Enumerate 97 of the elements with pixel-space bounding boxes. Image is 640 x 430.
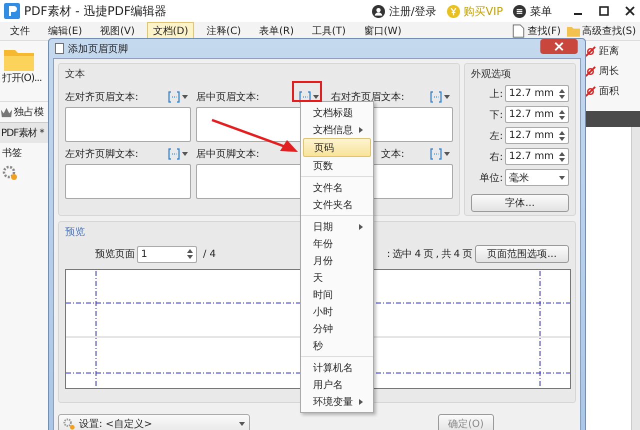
highlight-box [292,81,322,102]
menu-item[interactable]: 编辑(E) [42,22,88,40]
unit-dropdown[interactable]: 毫米 [505,169,569,186]
find-button[interactable]: 查找(F) [527,24,561,38]
field-label: 文本: [381,148,404,161]
margin-spinbox[interactable]: 12.7 mm [505,148,569,165]
group-title: 预览 [65,226,85,239]
margin-label: 上: [490,88,503,100]
caret-icon [313,95,319,99]
folder-icon [4,47,34,71]
coin-icon [446,4,460,18]
menu-item[interactable]: 文档标题 [303,104,371,121]
caret-icon [444,95,450,99]
margin-spinbox[interactable]: 12.7 mm [505,106,569,123]
exclusive-mode-button[interactable]: 独占模 [14,105,44,119]
user-icon [372,4,385,18]
field-code-icon [299,91,311,103]
open-button[interactable]: 打开(O)... [0,41,48,101]
menu-item[interactable]: 窗口(W) [358,22,408,40]
menu-item[interactable]: 环境变量 [303,393,371,410]
menu-item[interactable]: 表单(R) [253,22,300,40]
field-label: 右对齐页眉文本: [331,90,404,104]
field-label: 居中页脚文本: [196,148,260,161]
menu-item[interactable]: 视图(V) [94,22,141,40]
page-range-button[interactable]: 页面范围选项... [475,245,569,263]
field-label: 左对齐页脚文本: [65,148,138,161]
measure-tool-button[interactable]: 距离 [599,44,619,58]
spinner-arrows-icon [559,110,565,120]
menu-item[interactable]: 用户名 [303,376,371,393]
maximize-icon[interactable] [598,5,610,17]
margin-spinbox[interactable]: 12.7 mm [505,85,569,102]
group-title: 文本 [65,68,85,81]
field-label: 居中页眉文本: [196,90,260,104]
menu-item[interactable]: 文件名 [303,179,371,196]
field-code-icon [430,91,442,103]
measure-tool-button[interactable]: 周长 [599,64,619,78]
group-title: 外观选项 [471,68,511,81]
scrollbar[interactable] [631,127,640,430]
menu-icon [513,4,526,18]
measure-tool-button[interactable]: 面积 [599,84,619,98]
menu-item[interactable]: 天 [303,269,371,286]
unit-label: 单位: [480,172,503,184]
margin-label: 下: [490,108,503,122]
window-title: PDF素材 - 迅捷PDF编辑器 [24,2,167,20]
menu-item[interactable]: 年份 [303,235,371,252]
menu-item[interactable]: 工具(T) [306,22,352,40]
close-icon[interactable] [624,5,636,17]
measure-icon [584,44,597,58]
margin-label: 右: [490,150,503,164]
menu-item[interactable]: 注释(C) [200,22,248,40]
preview-page-label: 预览页面 [95,248,135,261]
field-code-icon [430,148,442,160]
gear-icon [63,418,76,430]
menu-item[interactable]: 小时 [303,303,371,320]
measure-icon [584,84,597,98]
menu-item[interactable]: 文档信息 [303,121,371,138]
crown-icon [0,106,13,118]
menu-item[interactable]: 文件 [4,22,36,40]
menu-item[interactable]: 文件夹名 [303,196,371,213]
spinner-arrows-icon [559,88,565,98]
advanced-find-button[interactable]: 高级查找(S) [582,24,636,38]
dialog-title: 添加页眉页脚 [68,42,128,56]
folder-icon [566,24,580,38]
login-link[interactable]: 注册/登录 [388,4,437,18]
caret-icon [444,152,450,156]
menu-item[interactable]: 页数 [303,157,371,174]
margin-spinbox[interactable]: 12.7 mm [505,127,569,144]
menu-item[interactable]: 页码 [303,138,371,157]
menu-item[interactable]: 分钟 [303,320,371,337]
field-code-icon [168,91,180,103]
menu-item[interactable]: 日期 [303,218,371,235]
page-total: / 4 [203,248,216,260]
document-tab[interactable]: PDF素材 * [0,122,48,143]
measure-icon [584,64,597,78]
menu-item[interactable]: 月份 [303,252,371,269]
font-button[interactable]: 字体... [471,194,569,212]
menu-item[interactable]: 时间 [303,286,371,303]
app-logo-icon [4,3,20,19]
spinner-arrows-icon [559,130,565,140]
spinner-arrows-icon [187,249,193,259]
spinner-arrows-icon [559,152,565,162]
caret-icon [559,176,565,180]
menu-item[interactable]: 秒 [303,337,371,354]
caret-icon [182,95,188,99]
caret-icon [239,422,245,426]
menu-item[interactable]: 计算机名 [303,359,371,376]
caret-icon [182,152,188,156]
field-code-icon [168,148,180,160]
dialog-icon [55,43,64,54]
page-range-text: : 选中 4 页 , 共 4 页 [386,248,472,261]
field-label: 左对齐页眉文本: [65,90,138,104]
gear-icon[interactable] [2,165,18,181]
settings-dropdown[interactable]: 设置: <自定义> [58,414,250,430]
menu-link[interactable]: 菜单 [530,4,552,18]
margin-label: 左: [490,130,503,142]
page-spinbox[interactable]: 1 [137,246,197,262]
bookmarks-label: 书签 [1,146,23,161]
